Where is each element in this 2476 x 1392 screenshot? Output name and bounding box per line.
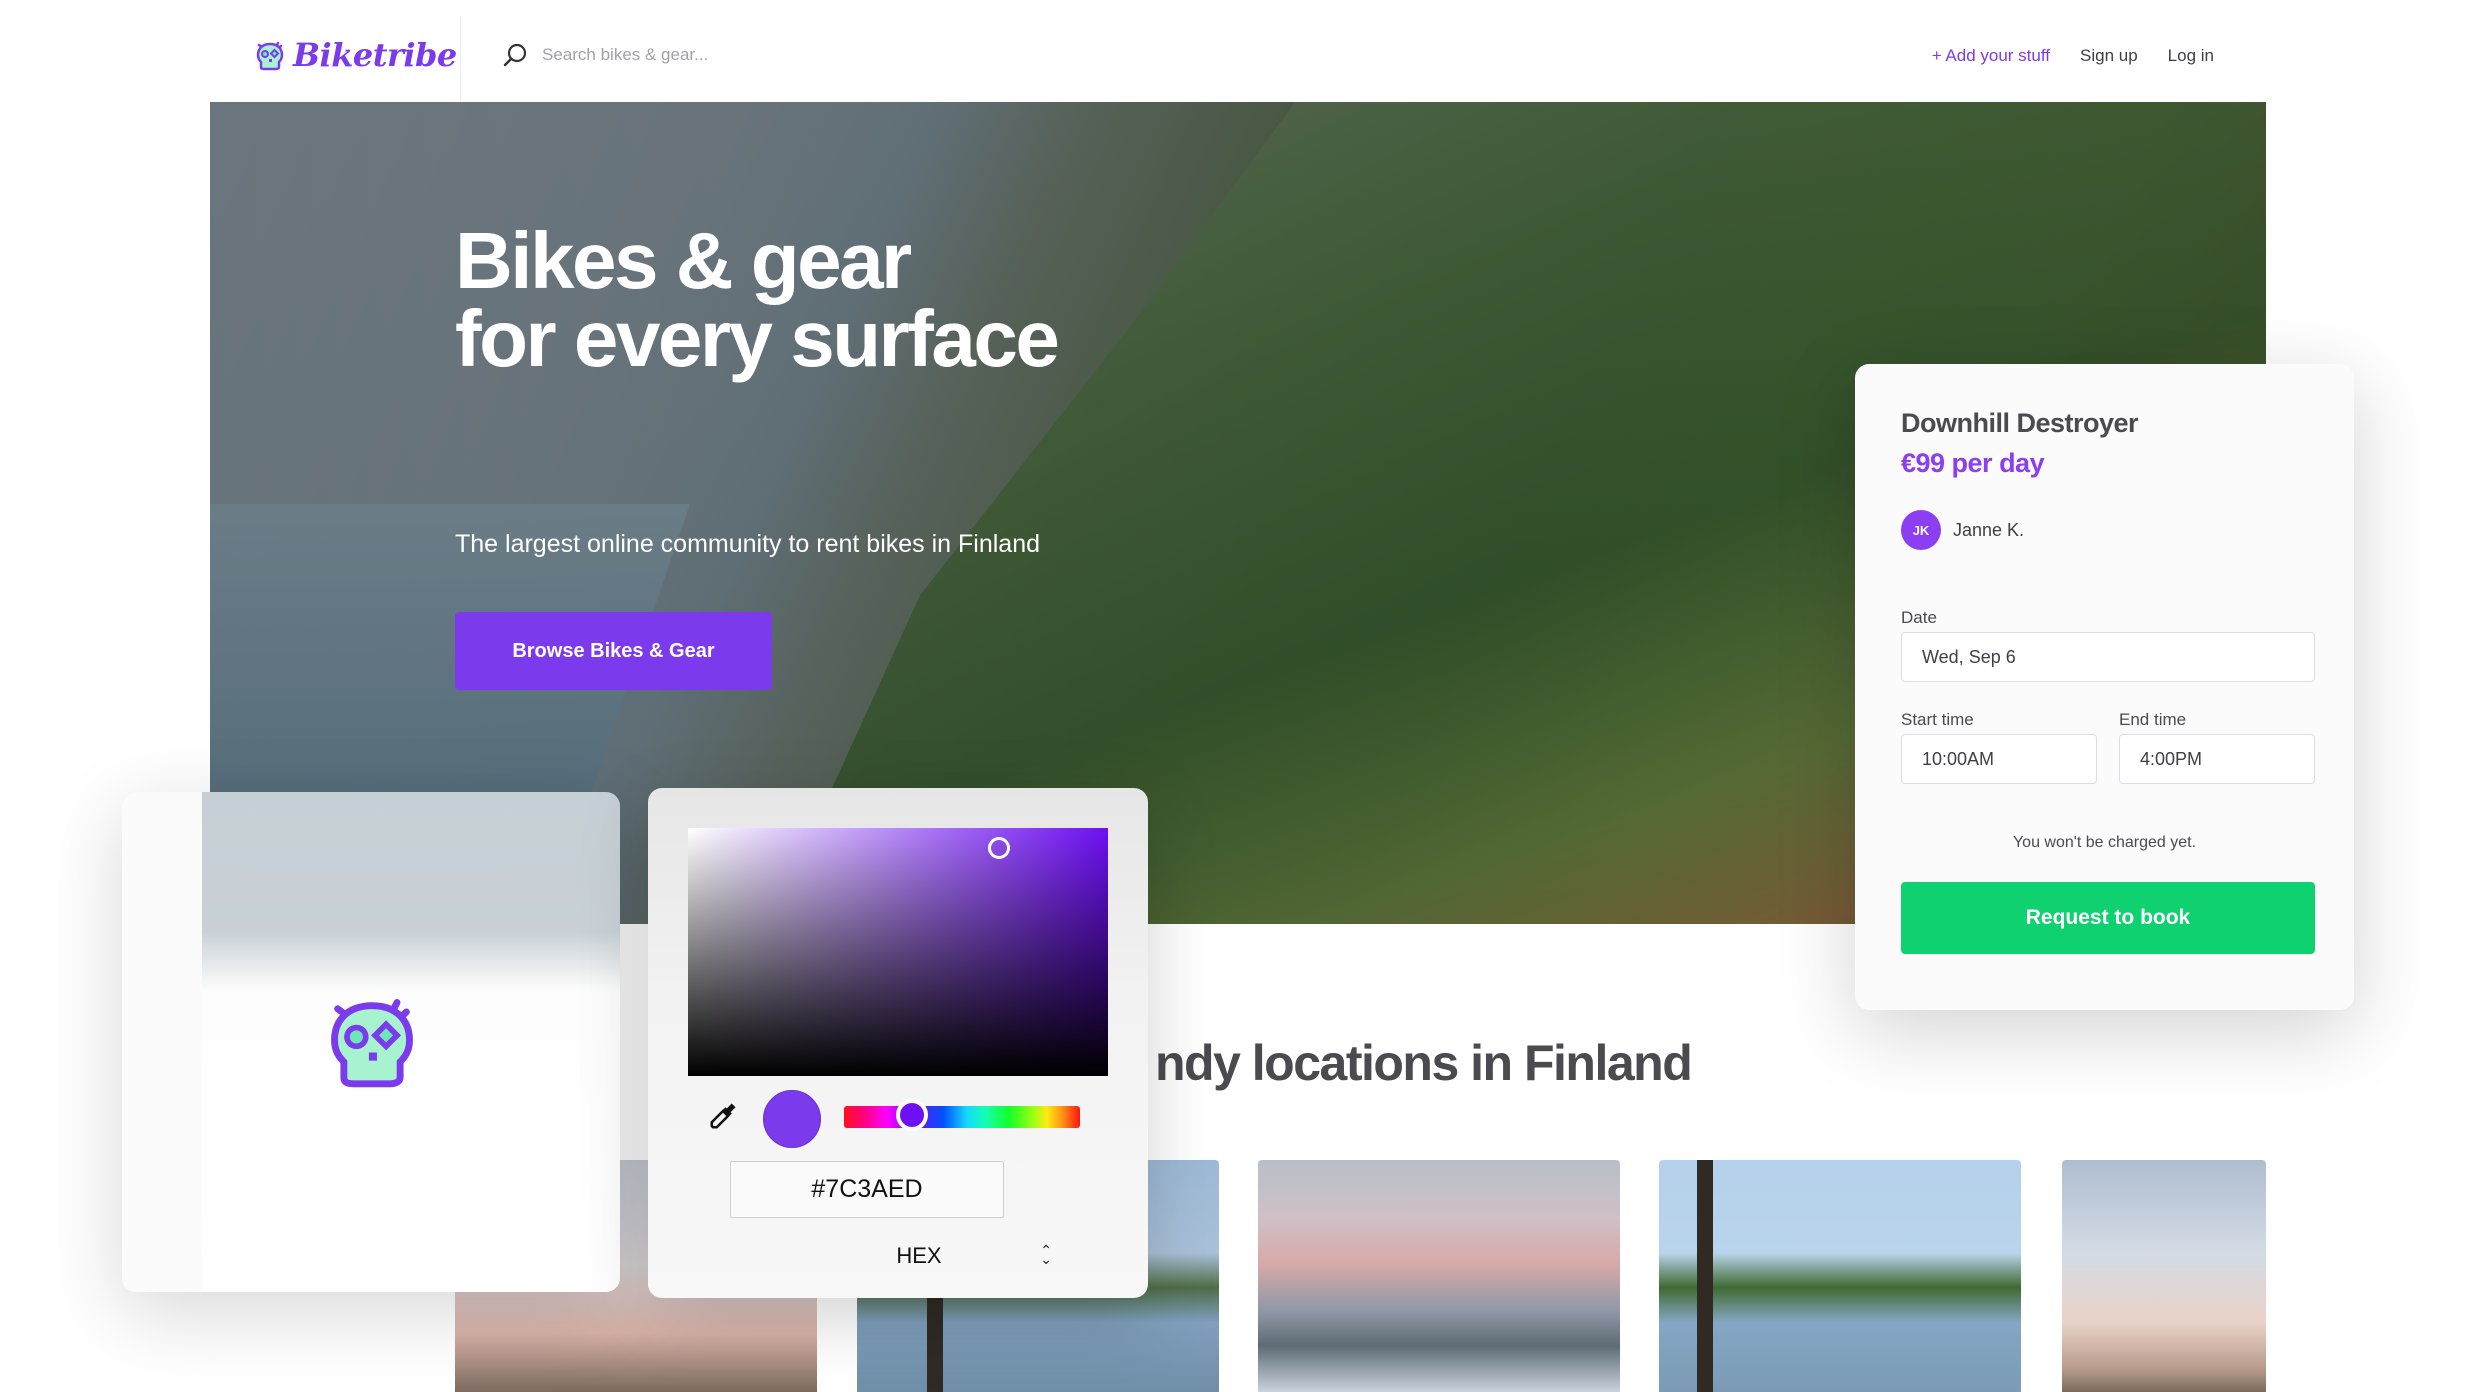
browse-bikes-button[interactable]: Browse Bikes & Gear [455,612,772,690]
charge-note: You won't be charged yet. [2012,834,2197,851]
card-edge [122,792,202,1292]
eyedropper-icon[interactable] [708,1101,738,1131]
start-time-field[interactable] [1901,734,2097,784]
search-bar [502,42,842,68]
brand-name: Biketribe [293,36,457,74]
color-format-select[interactable]: HEX ⌃ ⌄ [730,1228,1108,1284]
start-time-label: Start time [1901,710,1974,729]
end-time-field[interactable] [2119,734,2315,784]
listing-title: Downhill Destroyer [1901,408,2139,438]
nav-links: + Add your stuff Sign up Log in [1932,46,2214,66]
host-avatar: JK [1901,510,1941,550]
hero-title-line-2: for every surface [455,294,1060,383]
hero-title-line-1: Bikes & gear [455,216,912,305]
location-card-cathedral[interactable] [2062,1160,2266,1392]
color-picker: HEX ⌃⌄ [648,788,1148,1298]
skull-logo-icon [256,41,284,71]
date-field[interactable] [1901,632,2315,682]
skull-preview-card [122,792,620,1292]
hue-slider[interactable] [844,1099,1080,1131]
color-format-label: HEX [896,1243,942,1268]
sign-up-link[interactable]: Sign up [2080,46,2138,66]
listing-price: €99 per day [1901,448,2045,478]
saturation-handle[interactable] [988,837,1010,859]
log-in-link[interactable]: Log in [2168,46,2214,66]
hero-subtitle: The largest online community to rent bik… [455,530,1041,558]
locations-title-text: ndy locations in Finland [1155,1035,1693,1091]
saturation-value-area[interactable] [688,828,1108,1076]
search-input[interactable] [542,45,842,65]
request-to-book-button[interactable]: Request to book [1901,882,2315,954]
add-your-stuff-link[interactable]: + Add your stuff [1932,46,2050,66]
skull-icon [331,999,413,1088]
hue-slider-handle[interactable] [896,1099,928,1131]
tree-trunk [1697,1160,1713,1392]
booking-card: Downhill Destroyer €99 per day JK Janne … [1855,364,2354,1010]
date-label: Date [1901,608,1937,627]
location-card-pines[interactable] [1659,1160,2021,1392]
brand-logo[interactable]: Biketribe [255,36,457,74]
host-info[interactable]: JK Janne K. [1901,510,2024,550]
host-name: Janne K. [1953,519,2025,540]
hex-value-input[interactable] [730,1161,1004,1218]
chevron-up-down-icon: ⌃ ⌄ [1040,1242,1052,1267]
nav-divider [460,16,461,102]
search-icon [503,43,527,67]
top-nav: Biketribe + Add your stuff Sign up Log i… [210,0,2266,102]
hero-title: Bikes & gear for every surface [455,216,1060,383]
end-time-label: End time [2119,710,2187,729]
current-color-swatch [763,1090,821,1148]
location-card-sunset[interactable] [1258,1160,1620,1392]
